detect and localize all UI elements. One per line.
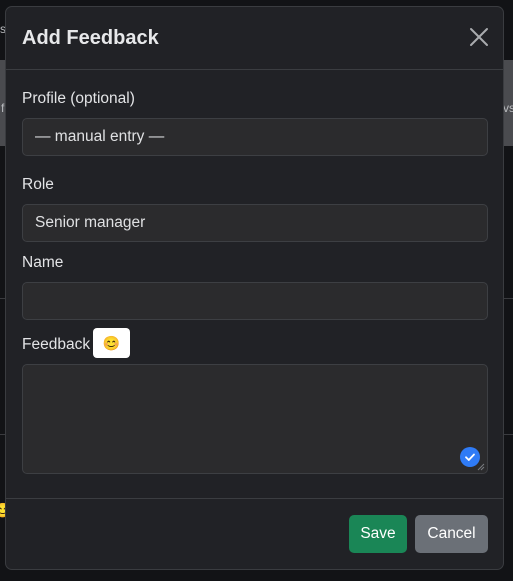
close-icon	[470, 28, 488, 46]
cancel-button[interactable]: Cancel	[415, 515, 488, 553]
add-feedback-modal: Add Feedback Profile (optional) — manual…	[5, 6, 504, 570]
save-button[interactable]: Save	[349, 515, 407, 553]
feedback-label: Feedback	[22, 336, 91, 353]
background-fragment-right: vs	[503, 101, 513, 115]
modal-title: Add Feedback	[22, 27, 159, 49]
emoji-picker-button[interactable]: 😊	[93, 328, 130, 358]
modal-header: Add Feedback	[6, 7, 503, 70]
profile-label: Profile (optional)	[22, 90, 135, 107]
name-label: Name	[22, 254, 64, 271]
smiley-icon: 😊	[102, 334, 121, 351]
name-input[interactable]	[22, 282, 488, 320]
modal-footer: Save Cancel	[6, 498, 503, 569]
close-button[interactable]	[468, 26, 490, 48]
profile-select[interactable]: — manual entry —	[22, 118, 488, 156]
role-label: Role	[22, 176, 54, 193]
role-input[interactable]	[22, 204, 488, 242]
feedback-textarea[interactable]	[22, 364, 488, 474]
background-fragment-left: f	[1, 101, 5, 115]
resize-grip-icon[interactable]	[477, 463, 485, 471]
